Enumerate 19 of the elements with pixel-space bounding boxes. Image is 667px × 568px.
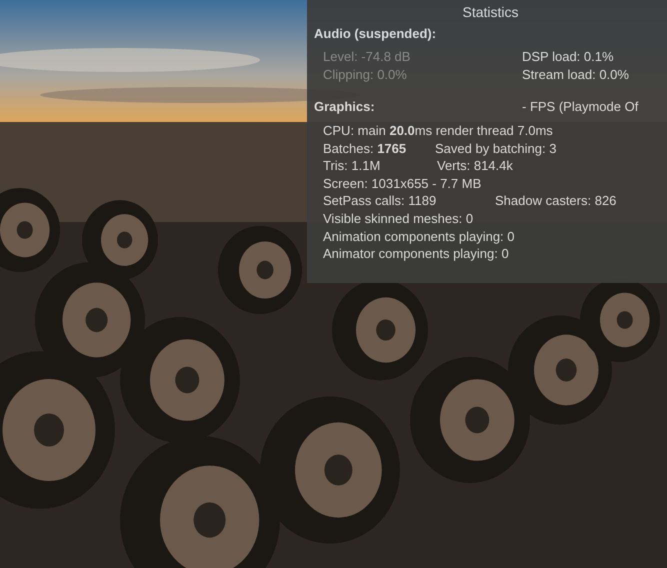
section-heading: Graphics: [314,98,376,116]
stat-text: Visible skinned meshes: 0 [323,210,474,228]
stat-text: SetPass calls: 1189 [323,192,438,210]
stat-text: DSP load: 0.1% [522,48,614,66]
stat-text: Shadow casters: 826 [495,192,616,210]
stat-text: Tris: 1.1M [323,157,382,175]
stat-text: Animation components playing: 0 [323,228,515,246]
stat-text: Clipping: 0.0% [323,66,408,84]
stat-text: Stream load: 0.0% [522,66,629,84]
stat-text: Level: -74.8 dB [323,48,412,66]
stat-text: Animator components playing: 0 [323,245,509,263]
section-heading: Audio (suspended): [314,26,436,41]
stat-text: Saved by batching: 3 [435,140,556,158]
stat-text: Screen: 1031x655 - 7.7 MB [323,174,482,192]
stat-text: Batches: 1765 [323,140,408,158]
stat-text: Verts: 814.4k [437,157,513,175]
fps-text: - FPS (Playmode Of [522,98,638,116]
panel-title: Statistics [462,4,518,22]
stat-text: CPU: main 20.0ms render thread 7.0ms [323,122,553,140]
